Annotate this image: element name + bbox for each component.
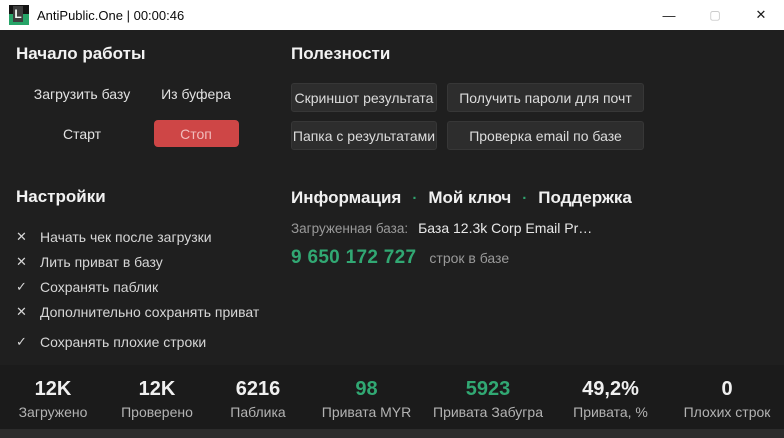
check-email-button[interactable]: Проверка email по базе [447, 121, 644, 150]
setting-label: Начать чек после загрузки [40, 229, 212, 245]
start-section-title: Начало работы [16, 44, 145, 64]
rows-count-value: 9 650 172 727 [291, 247, 416, 269]
check-icon: ✓ [16, 279, 40, 295]
stat-private-percent: 49,2% Привата, % [551, 365, 670, 429]
stat-value: 12K [139, 378, 176, 400]
utilities-section-title: Полезности [291, 44, 390, 64]
start-actions: Загрузить базу Из буфера Старт Стоп [16, 82, 244, 147]
close-icon[interactable]: ✕ [738, 0, 784, 30]
setting-save-bad-lines[interactable]: ✓ Сохранять плохие строки [16, 329, 316, 354]
load-base-button[interactable]: Загрузить базу [28, 82, 136, 106]
loaded-base-label: Загруженная база: [291, 221, 408, 236]
info-tabs: Информация · Мой ключ · Поддержка [291, 188, 632, 208]
stat-value: 98 [355, 378, 377, 400]
stat-value: 6216 [236, 378, 281, 400]
stats-bar: 12K Загружено 12K Проверено 6216 Паблика… [0, 365, 784, 429]
cross-icon: ✕ [16, 254, 40, 270]
minimize-icon[interactable]: — [646, 0, 692, 30]
setting-start-check-after-load[interactable]: ✕ Начать чек после загрузки [16, 224, 316, 249]
cross-icon: ✕ [16, 229, 40, 245]
from-clipboard-button[interactable]: Из буфера [155, 82, 237, 106]
stat-label: Паблика [230, 404, 285, 420]
stat-label: Привата, % [573, 404, 648, 420]
stat-private-myr: 98 Привата MYR [308, 365, 425, 429]
stat-value: 12K [35, 378, 72, 400]
tab-separator-dot: · [522, 190, 527, 207]
maximize-icon[interactable]: ▢ [692, 0, 738, 30]
loaded-base-value: База 12.3k Corp Email Pr… [418, 220, 592, 236]
stat-private-foreign: 5923 Привата Забугра [425, 365, 551, 429]
tab-separator-dot: · [412, 190, 417, 207]
stat-label: Проверено [121, 404, 193, 420]
app-logo-letter: L [13, 6, 23, 22]
cross-icon: ✕ [16, 304, 40, 320]
app-logo-icon: L [9, 5, 29, 25]
stop-button[interactable]: Стоп [154, 120, 239, 147]
settings-list: ✕ Начать чек после загрузки ✕ Лить прива… [16, 224, 316, 354]
stat-label: Загружено [19, 404, 88, 420]
utilities-actions: Скриншот результата Получить пароли для … [291, 83, 644, 150]
stat-value: 49,2% [582, 378, 639, 400]
stat-bad-lines: 0 Плохих строк [670, 365, 784, 429]
check-icon: ✓ [16, 334, 40, 350]
settings-section-title: Настройки [16, 187, 106, 207]
setting-label: Дополнительно сохранять приват [40, 304, 259, 320]
start-button[interactable]: Старт [57, 122, 107, 146]
footer-strip [0, 429, 784, 438]
rows-count-row: 9 650 172 727 строк в базе [291, 247, 509, 269]
window-controls: — ▢ ✕ [646, 0, 784, 30]
tab-information[interactable]: Информация [291, 188, 401, 208]
setting-label: Сохранять плохие строки [40, 334, 206, 350]
stat-label: Привата Забугра [433, 404, 543, 420]
get-mail-passwords-button[interactable]: Получить пароли для почт [447, 83, 644, 112]
app-window: L AntiPublic.One | 00:00:46 — ▢ ✕ Начало… [0, 0, 784, 438]
window-title: AntiPublic.One | 00:00:46 [37, 8, 184, 23]
stat-value: 0 [721, 378, 732, 400]
screenshot-result-button[interactable]: Скриншот результата [291, 83, 437, 112]
tab-support[interactable]: Поддержка [538, 188, 632, 208]
title-bar: L AntiPublic.One | 00:00:46 — ▢ ✕ [0, 0, 784, 30]
stat-label: Плохих строк [684, 404, 771, 420]
rows-count-label: строк в базе [429, 250, 509, 266]
setting-save-public[interactable]: ✓ Сохранять паблик [16, 274, 316, 299]
setting-label: Сохранять паблик [40, 279, 158, 295]
loaded-base-row: Загруженная база: База 12.3k Corp Email … [291, 220, 592, 236]
stat-public: 6216 Паблика [208, 365, 308, 429]
stat-value: 5923 [466, 378, 511, 400]
stat-loaded: 12K Загружено [0, 365, 106, 429]
setting-pour-private-to-base[interactable]: ✕ Лить приват в базу [16, 249, 316, 274]
tab-my-key[interactable]: Мой ключ [428, 188, 511, 208]
main-content: Начало работы Загрузить базу Из буфера С… [0, 30, 784, 365]
stat-label: Привата MYR [322, 404, 411, 420]
setting-additionally-save-private[interactable]: ✕ Дополнительно сохранять приват [16, 299, 316, 324]
results-folder-button[interactable]: Папка с результатами [291, 121, 437, 150]
setting-label: Лить приват в базу [40, 254, 163, 270]
stat-checked: 12K Проверено [106, 365, 208, 429]
